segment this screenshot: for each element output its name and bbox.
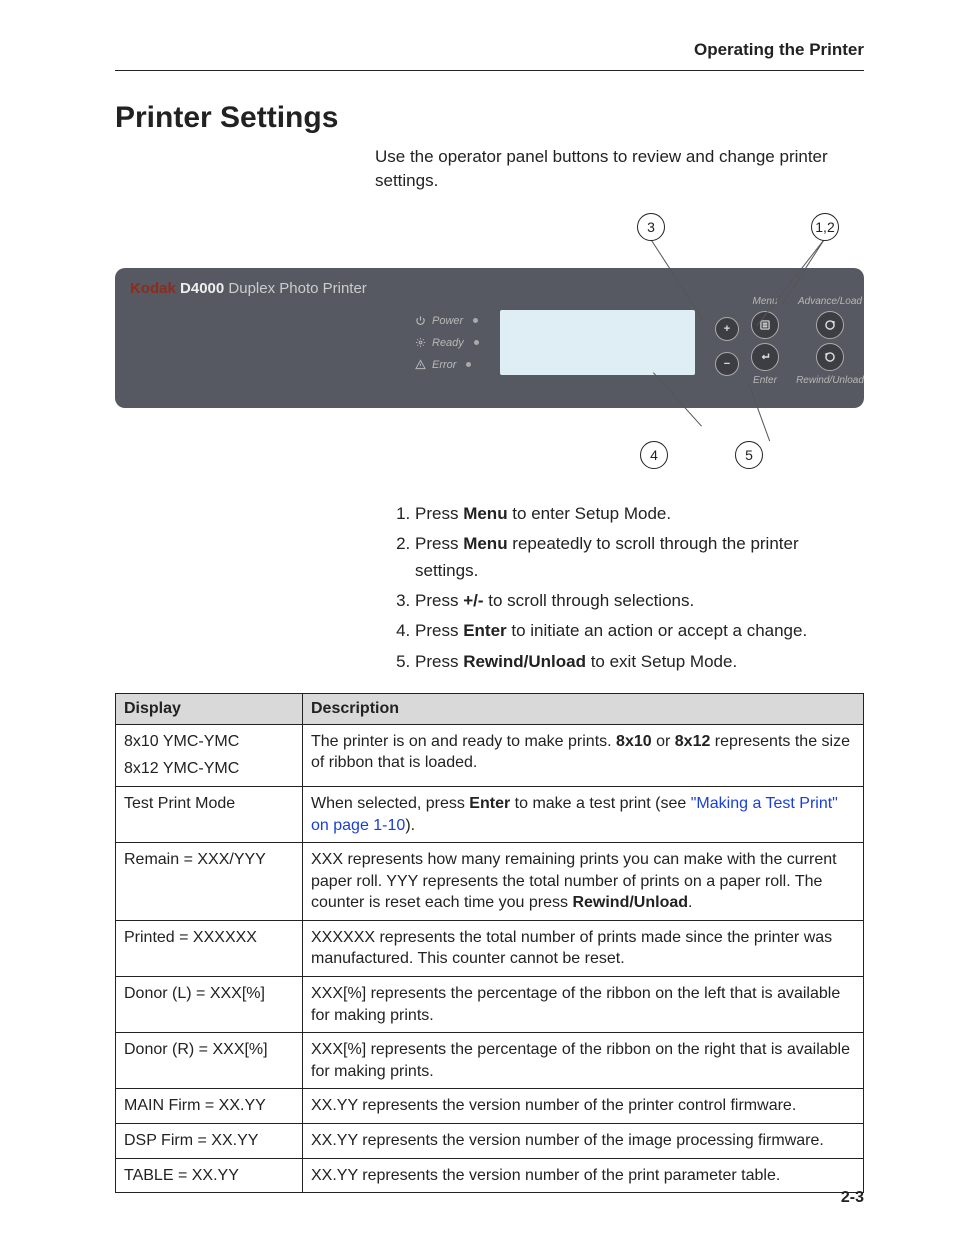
table-row: TABLE = XX.YY XX.YY represents the versi… <box>116 1158 864 1193</box>
cell-text: 8x10 YMC-YMC <box>124 731 294 753</box>
callout-5: 5 <box>735 441 763 469</box>
step-5: Press Rewind/Unload to exit Setup Mode. <box>415 648 864 675</box>
led-error-label: Error <box>432 354 456 376</box>
advance-label: Advance/Load <box>795 296 865 307</box>
table-row: Donor (R) = XXX[%] XXX[%] represents the… <box>116 1033 864 1089</box>
enter-button <box>751 343 779 371</box>
table-row: Test Print Mode When selected, press Ent… <box>116 786 864 842</box>
rewind-label: Rewind/Unload <box>795 375 865 386</box>
step-3: Press +/- to scroll through selections. <box>415 587 864 614</box>
led-power: Power <box>415 310 479 332</box>
table-row: 8x10 YMC-YMC 8x12 YMC-YMC The printer is… <box>116 724 864 786</box>
power-icon <box>415 315 426 326</box>
menu-enter-column: Menu Enter <box>745 296 785 386</box>
intro-text: Use the operator panel buttons to review… <box>375 145 864 193</box>
rewind-button <box>816 343 844 371</box>
brand-kodak: Kodak <box>130 280 176 297</box>
advance-button <box>816 311 844 339</box>
warning-icon <box>415 359 426 370</box>
operator-panel: Kodak D4000 Duplex Photo Printer Power R… <box>115 268 864 408</box>
th-description: Description <box>303 693 864 724</box>
led-power-label: Power <box>432 310 463 332</box>
step-2: Press Menu repeatedly to scroll through … <box>415 530 864 584</box>
advance-rewind-column: Advance/Load Rewind/Unload <box>795 296 865 386</box>
running-header: Operating the Printer <box>115 40 864 60</box>
table-row: MAIN Firm = XX.YY XX.YY represents the v… <box>116 1089 864 1124</box>
led-error: Error <box>415 354 479 376</box>
callout-3: 3 <box>637 213 665 241</box>
page-number: 2-3 <box>841 1189 864 1207</box>
plus-button: + <box>715 317 739 341</box>
header-rule <box>115 70 864 71</box>
lcd-screen <box>500 310 695 375</box>
led-ready: Ready <box>415 332 479 354</box>
sun-icon <box>415 337 426 348</box>
rewind-icon <box>823 350 837 364</box>
enter-icon <box>758 350 772 364</box>
table-row: Printed = XXXXXX XXXXXX represents the t… <box>116 920 864 976</box>
table-row: Remain = XXX/YYY XXX represents how many… <box>116 843 864 921</box>
step-1: Press Menu to enter Setup Mode. <box>415 500 864 527</box>
led-group: Power Ready Error <box>415 310 479 376</box>
steps-list: Press Menu to enter Setup Mode. Press Me… <box>415 500 864 675</box>
cell-text: 8x12 YMC-YMC <box>124 758 294 780</box>
brand-model: D4000 <box>180 280 224 297</box>
minus-button: − <box>715 352 739 376</box>
table-row: DSP Firm = XX.YY XX.YY represents the ve… <box>116 1124 864 1159</box>
table-row: Donor (L) = XXX[%] XXX[%] represents the… <box>116 977 864 1033</box>
step-4: Press Enter to initiate an action or acc… <box>415 617 864 644</box>
display-table: Display Description 8x10 YMC-YMC 8x12 YM… <box>115 693 864 1194</box>
callout-1-2: 1,2 <box>811 213 839 241</box>
panel-diagram: 3 1,2 4 5 Kodak D4000 Duplex Photo Print… <box>115 213 864 488</box>
led-ready-label: Ready <box>432 332 464 354</box>
th-display: Display <box>116 693 303 724</box>
panel-brand: Kodak D4000 Duplex Photo Printer <box>130 280 367 297</box>
advance-icon <box>823 318 837 332</box>
page-title: Printer Settings <box>115 101 864 135</box>
enter-label: Enter <box>745 375 785 386</box>
callout-4: 4 <box>640 441 668 469</box>
brand-subtitle: Duplex Photo Printer <box>228 280 366 297</box>
